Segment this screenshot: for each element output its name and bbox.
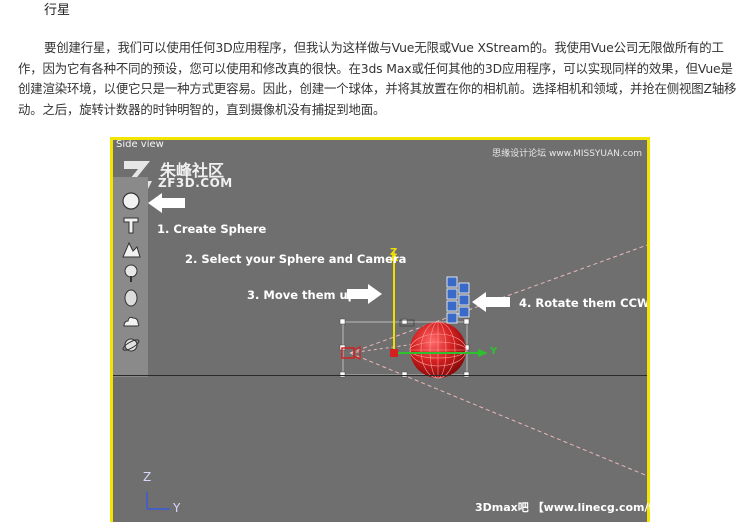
figure-border-top: [110, 137, 650, 140]
planet-tool-icon[interactable]: [121, 335, 141, 355]
tutorial-figure: Side view 思缘设计论坛 www.MISSYUAN.com 朱峰社区 Z…: [110, 137, 650, 522]
step-1-label: 1. Create Sphere: [157, 222, 267, 236]
arrow-left-icon-4: [472, 292, 510, 312]
cloud-tool-icon[interactable]: [121, 311, 141, 331]
gizmo-button-group: [446, 276, 470, 324]
article-paragraph: 要创建行星，我们可以使用任何3D应用程序，但我认为这样做与Vue无限或Vue X…: [18, 40, 737, 117]
stone-tool-icon[interactable]: [121, 287, 141, 307]
sphere-object: [409, 321, 467, 379]
tool-palette: [113, 177, 148, 377]
ground-horizon-line: [110, 375, 650, 376]
arrow-left-icon-1: [148, 193, 185, 213]
step-2-label: 2. Select your Sphere and Camera: [185, 252, 407, 266]
logo-text-en: ZF3D.COM: [158, 176, 233, 190]
y-axis-arrow: [478, 349, 488, 357]
text-tool-icon[interactable]: [121, 215, 141, 235]
corner-axis-z-label: Z: [143, 470, 152, 484]
rocks-tool-icon[interactable]: [121, 239, 141, 259]
z-axis-label: Z: [390, 247, 398, 258]
frustum-line-bottom: [349, 352, 650, 478]
corner-axis-y-label: Y: [173, 501, 181, 515]
plant-tool-icon[interactable]: [121, 263, 141, 283]
sphere-tool-icon[interactable]: [121, 191, 141, 211]
figure-border-right: [647, 137, 650, 522]
figure-border-left: [110, 137, 113, 522]
section-title: 行星: [44, 3, 71, 18]
step-4-label: 4. Rotate them CCW: [519, 296, 650, 310]
y-axis-label: Y: [490, 346, 498, 357]
watermark-bottom: 3Dmax吧 【www.linecg.com/tieba/1771】: [475, 501, 650, 514]
step-3-label: 3. Move them up: [247, 288, 356, 302]
